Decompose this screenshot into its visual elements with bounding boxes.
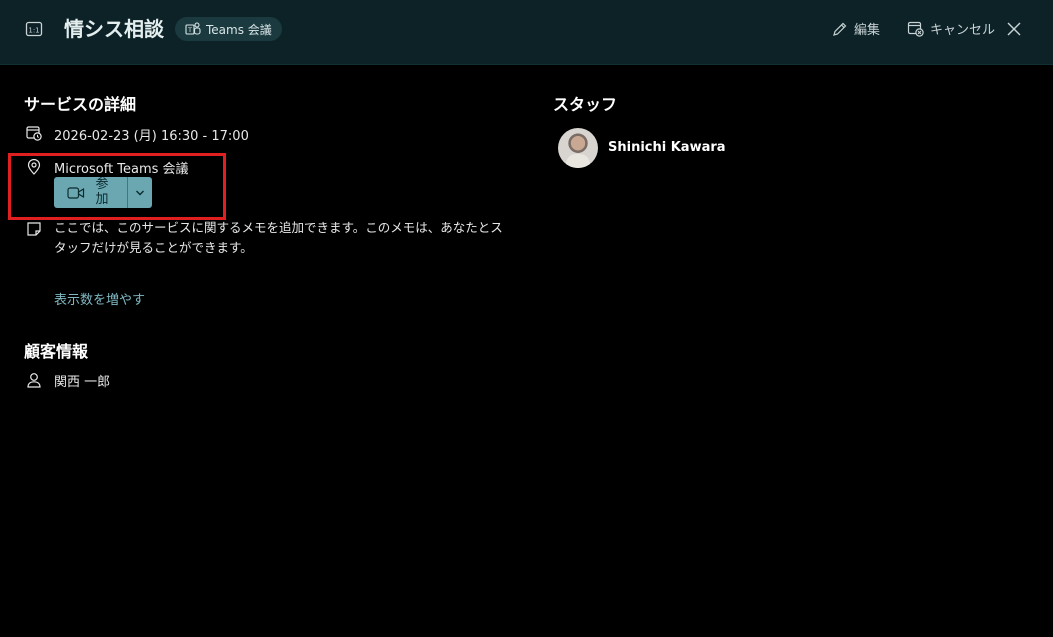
teams-meeting-badge: T Teams 会議 <box>175 17 282 41</box>
cancel-appointment-button[interactable]: キャンセル <box>907 19 995 38</box>
join-button-group: 参加 <box>54 177 152 208</box>
service-memo: ここでは、このサービスに関するメモを追加できます。このメモは、あなたとスタッフだ… <box>54 220 503 255</box>
calendar-clock-icon <box>26 126 42 141</box>
close-icon[interactable] <box>1006 21 1022 37</box>
customer-name: 関西 一郎 <box>54 375 111 390</box>
header-bar: 1:1 情シス相談 T Teams 会議 編集 キャンセル <box>0 0 1053 65</box>
join-label: 参加 <box>95 177 109 207</box>
note-icon <box>27 222 41 236</box>
chevron-down-icon <box>136 190 144 195</box>
join-options-dropdown[interactable] <box>128 177 152 208</box>
show-more-link[interactable]: 表示数を増やす <box>54 289 145 308</box>
badge-label: Teams 会議 <box>206 22 272 37</box>
cancel-label: キャンセル <box>930 23 996 38</box>
customer-info-heading: 顧客情報 <box>24 342 89 361</box>
svg-text:1:1: 1:1 <box>28 27 39 35</box>
service-details-heading: サービスの詳細 <box>24 95 137 114</box>
pencil-icon <box>833 22 847 36</box>
page-title: 情シス相談 <box>64 17 164 41</box>
edit-button[interactable]: 編集 <box>832 19 880 38</box>
location-pin-icon <box>27 159 41 175</box>
person-icon <box>27 373 41 388</box>
avatar-figure <box>566 154 590 168</box>
staff-name: Shinichi Kawara <box>608 140 726 155</box>
calendar-cancel-icon <box>907 21 924 37</box>
staff-heading: スタッフ <box>553 95 618 114</box>
meeting-location: Microsoft Teams 会議 <box>54 162 189 177</box>
video-camera-icon <box>67 186 85 199</box>
teams-icon: T <box>185 22 201 35</box>
appointment-datetime: 2026-02-23 (月) 16:30 - 17:00 <box>54 129 249 144</box>
edit-label: 編集 <box>854 23 881 38</box>
appointment-type-icon: 1:1 <box>25 21 43 37</box>
svg-text:T: T <box>187 26 192 34</box>
staff-avatar <box>558 128 598 168</box>
join-button[interactable]: 参加 <box>54 177 127 208</box>
